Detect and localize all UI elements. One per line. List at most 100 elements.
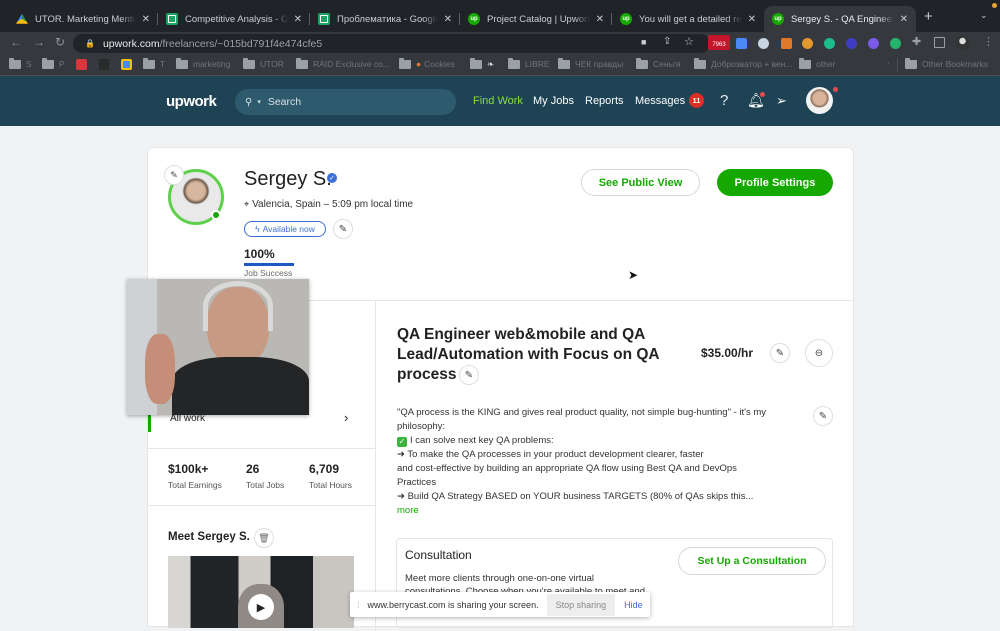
stop-sharing-button[interactable]: Stop sharing — [546, 593, 616, 616]
bookmark-folder[interactable]: other — [799, 57, 835, 69]
profile-settings-button[interactable]: Profile Settings — [717, 169, 833, 196]
bookmark-folder[interactable]: Доброзватор + вен... — [694, 57, 793, 69]
hourly-rate: $35.00/hr — [701, 346, 754, 360]
edit-rate-button[interactable]: ✎ — [770, 343, 790, 363]
meet-title: Meet Sergey S. — [168, 531, 250, 543]
bookmark-folder[interactable]: T — [143, 57, 166, 69]
bookmark[interactable] — [121, 59, 132, 70]
section-divider — [148, 448, 375, 449]
stat-value: 26 — [246, 462, 260, 476]
chevron-down-icon[interactable]: ▾ — [257, 98, 261, 106]
zoom-extension-icon[interactable] — [736, 38, 747, 49]
bookmark-folder[interactable]: RAID Exclusive co... — [296, 57, 390, 69]
overview-line: ➜ Build QA Strategy BASED on YOUR busine… — [397, 491, 754, 502]
back-icon[interactable]: ← — [10, 35, 22, 49]
forward-icon[interactable]: → — [33, 35, 45, 49]
share-icon[interactable]: ⇪ — [663, 36, 671, 47]
intro-video-thumbnail[interactable]: ▶ — [168, 556, 354, 628]
pencil-icon: ✎ — [464, 369, 474, 381]
browser-tab[interactable]: Competitive Analysis - Goo... ✕ — [158, 6, 310, 32]
other-bookmarks[interactable]: Other Bookmarks — [905, 57, 988, 69]
bookmark-folder[interactable]: S — [9, 57, 32, 69]
bookmark-folder[interactable]: UTOR — [243, 57, 284, 69]
edit-title-button[interactable]: ✎ — [459, 365, 479, 385]
close-tab-icon[interactable]: ✕ — [900, 14, 908, 25]
bookmark-folder[interactable]: Сеньгя — [636, 57, 681, 69]
chevron-right-icon[interactable]: › — [344, 410, 348, 425]
extension-icon[interactable] — [890, 38, 901, 49]
folder-icon — [470, 58, 482, 69]
bookmark-label: T — [160, 59, 166, 69]
upwork-logo[interactable]: upwork — [166, 93, 217, 110]
tab-title: Проблематика - Google Sh... — [337, 13, 438, 25]
folder-icon — [9, 57, 21, 69]
camera-icon[interactable]: ■ — [641, 37, 646, 47]
reload-icon[interactable]: ↻ — [55, 35, 65, 49]
profile-avatar-icon[interactable] — [955, 35, 970, 50]
close-tab-icon[interactable]: ✕ — [596, 14, 604, 25]
bookmark[interactable] — [76, 59, 87, 70]
see-public-view-button[interactable]: See Public View — [581, 169, 700, 196]
delete-video-button[interactable]: 🗑︎ — [254, 528, 274, 548]
bookmark-folder[interactable]: P — [42, 57, 65, 69]
bookmark-folder[interactable]: LIBRE — [508, 57, 550, 69]
help-icon[interactable]: ? — [720, 92, 728, 109]
setup-consultation-button[interactable]: Set Up a Consultation — [678, 547, 826, 575]
search-input[interactable]: ⚲ ▾ Search — [235, 89, 456, 115]
menu-kebab-icon[interactable]: ⋮ — [983, 35, 994, 48]
nav-find-work[interactable]: Find Work — [473, 95, 523, 107]
extension-icon[interactable] — [868, 38, 879, 49]
bookmark[interactable] — [99, 59, 109, 70]
link-icon: ⊖ — [814, 347, 824, 359]
bookmark-folder[interactable]: marketing — [176, 57, 231, 69]
extension-badge-icon[interactable]: 7963 — [708, 35, 730, 50]
drag-handle-icon[interactable]: ⁞ — [357, 600, 360, 610]
browser-tab[interactable]: up Project Catalog | Upwork ✕ — [460, 6, 612, 32]
bookmark-label: marketing — [193, 59, 231, 69]
address-bar[interactable]: 🔒 upwork.com/freelancers/~015bd791f4e474… — [73, 34, 710, 53]
bookmarks-divider — [897, 58, 898, 72]
bookmark-star-icon[interactable]: ☆ — [684, 35, 694, 48]
extension-icon[interactable] — [758, 38, 769, 49]
folder-icon — [799, 57, 811, 69]
extension-icon[interactable] — [781, 38, 792, 49]
side-panel-icon[interactable] — [934, 37, 945, 48]
nav-reports[interactable]: Reports — [585, 95, 624, 107]
close-tab-icon[interactable]: ✕ — [142, 14, 150, 25]
nav-my-jobs[interactable]: My Jobs — [533, 95, 574, 107]
edit-overview-button[interactable]: ✎ — [813, 406, 833, 426]
bookmarks-overflow-chevron-icon[interactable]: › — [887, 58, 890, 67]
hide-button[interactable]: Hide — [624, 600, 643, 610]
bookmark-folder[interactable]: ❧ — [470, 58, 494, 70]
more-link[interactable]: more — [397, 504, 807, 518]
close-tab-icon[interactable]: ✕ — [748, 14, 756, 25]
stat-label: Total Earnings — [168, 480, 222, 490]
webcam-overlay[interactable] — [127, 279, 309, 415]
nav-messages[interactable]: Messages — [635, 95, 685, 107]
browser-tab[interactable]: UTOR. Marketing Mentor - ... ✕ — [8, 6, 158, 32]
extensions-puzzle-icon[interactable]: ✚ — [912, 35, 921, 48]
browser-tab-active[interactable]: up Sergey S. - QA Engineer we... ✕ — [764, 6, 916, 32]
bookmark-folder[interactable]: ● Cookies — [399, 57, 455, 69]
new-tab-button[interactable]: + — [924, 8, 933, 25]
google-icon — [121, 59, 132, 70]
bookmark-folder[interactable]: ЧЕК правды — [558, 57, 623, 69]
tab-search-chevron-icon[interactable]: ⌄ — [980, 10, 988, 21]
edit-availability-button[interactable]: ✎ — [333, 219, 353, 239]
availability-badge[interactable]: ϟ Available now — [244, 221, 326, 237]
close-tab-icon[interactable]: ✕ — [294, 14, 302, 25]
close-tab-icon[interactable]: ✕ — [444, 14, 452, 25]
browser-tab[interactable]: Проблематика - Google Sh... ✕ — [310, 6, 460, 32]
direct-contracts-icon[interactable]: ➢ — [776, 93, 787, 109]
folder-icon — [694, 57, 706, 69]
extension-icon[interactable] — [802, 38, 813, 49]
extension-icon[interactable] — [846, 38, 857, 49]
play-button-icon[interactable]: ▶ — [248, 594, 274, 620]
overview-line: ✓ I can solve next key QA problems: — [397, 434, 807, 448]
extension-icon[interactable] — [824, 38, 835, 49]
edit-photo-button[interactable]: ✎ — [164, 165, 184, 185]
browser-tab[interactable]: up You will get a detailed repo... ✕ — [612, 6, 764, 32]
user-avatar[interactable] — [806, 87, 833, 114]
copy-link-button[interactable]: ⊖ — [805, 339, 833, 367]
profile-name: Sergey S. — [244, 168, 332, 190]
